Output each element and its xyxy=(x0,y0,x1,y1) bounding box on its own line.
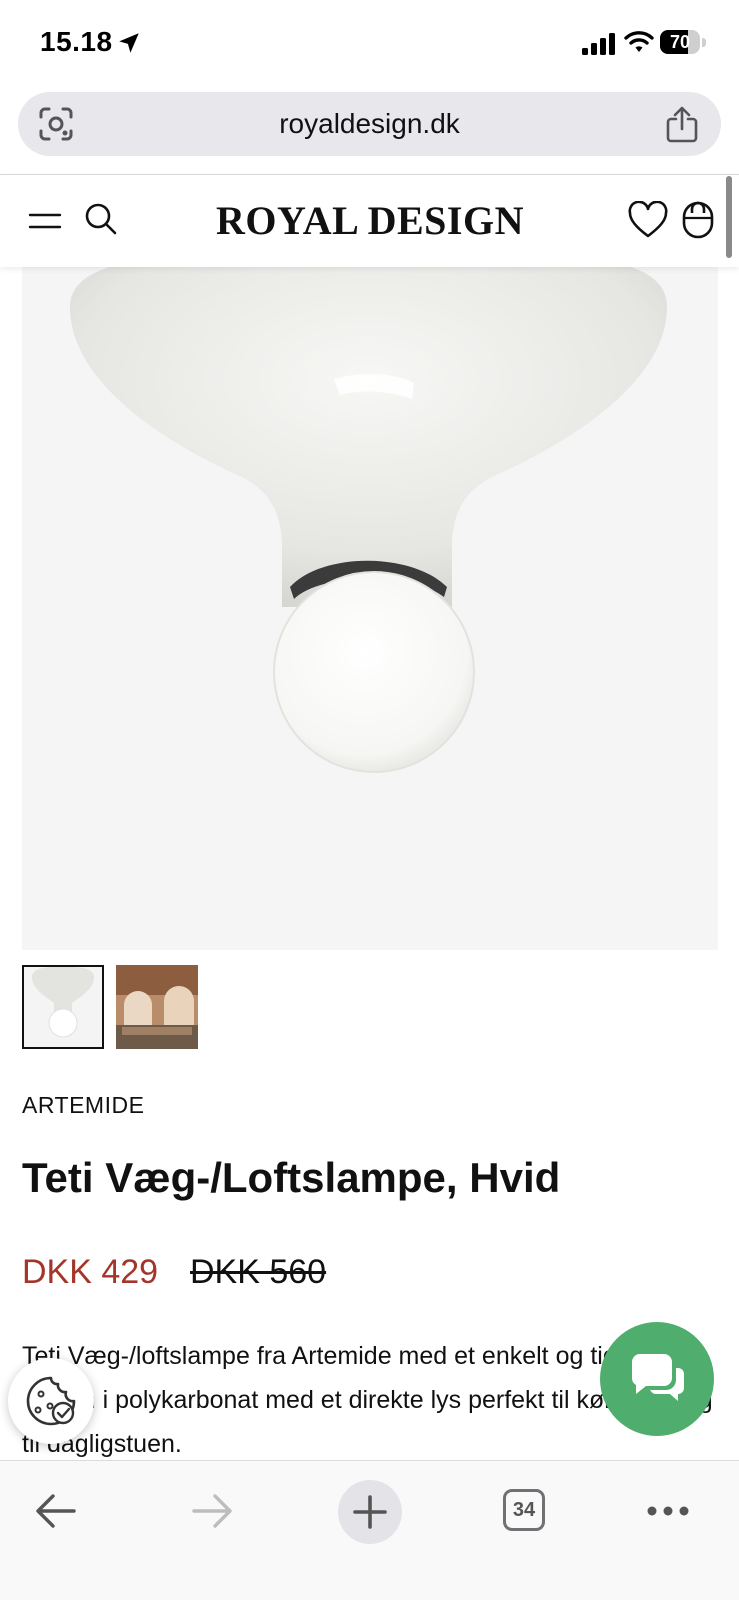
more-icon[interactable] xyxy=(646,1499,690,1523)
sale-price: DKK 429 xyxy=(22,1253,159,1291)
original-price: DKK 560 xyxy=(190,1253,327,1291)
url-text[interactable]: royaldesign.dk xyxy=(18,92,721,156)
site-logo[interactable]: ROYAL DESIGN xyxy=(200,197,540,245)
product-brand[interactable]: ARTEMIDE xyxy=(22,1092,144,1119)
site-header: ROYAL DESIGN xyxy=(0,175,739,267)
tab-count: 34 xyxy=(512,1499,536,1521)
forward-arrow-icon[interactable] xyxy=(190,1491,234,1531)
wifi-icon xyxy=(624,31,654,52)
thumbnail-2[interactable] xyxy=(116,965,198,1049)
battery-level: 70 xyxy=(669,32,691,52)
bag-icon[interactable] xyxy=(680,199,716,239)
status-time: 15.18 xyxy=(40,26,113,57)
tabs-button[interactable]: 34 xyxy=(503,1489,545,1531)
status-bar: 15.18 70 xyxy=(0,0,739,90)
browser-toolbar: 34 xyxy=(0,1460,739,1600)
heart-icon[interactable] xyxy=(628,201,668,239)
location-arrow-icon xyxy=(119,33,139,53)
lamp-illustration xyxy=(70,267,667,773)
share-icon[interactable] xyxy=(665,105,699,143)
product-title: Teti Væg-/Loftslampe, Hvid xyxy=(22,1154,561,1201)
product-image[interactable] xyxy=(22,267,718,950)
menu-icon[interactable] xyxy=(28,207,62,235)
new-tab-button[interactable] xyxy=(338,1480,402,1544)
chat-button[interactable] xyxy=(600,1322,714,1436)
scrollbar[interactable] xyxy=(726,176,732,258)
battery-icon: 70 xyxy=(660,30,706,56)
search-icon[interactable] xyxy=(84,202,118,236)
address-bar[interactable]: royaldesign.dk xyxy=(18,92,721,156)
thumbnail-1[interactable] xyxy=(22,965,104,1049)
cookie-settings-button[interactable] xyxy=(8,1358,94,1444)
signal-icon xyxy=(582,33,615,55)
plus-icon xyxy=(353,1495,387,1529)
back-arrow-icon[interactable] xyxy=(34,1491,78,1531)
chat-icon xyxy=(631,1354,684,1401)
cookie-icon xyxy=(26,1376,76,1426)
